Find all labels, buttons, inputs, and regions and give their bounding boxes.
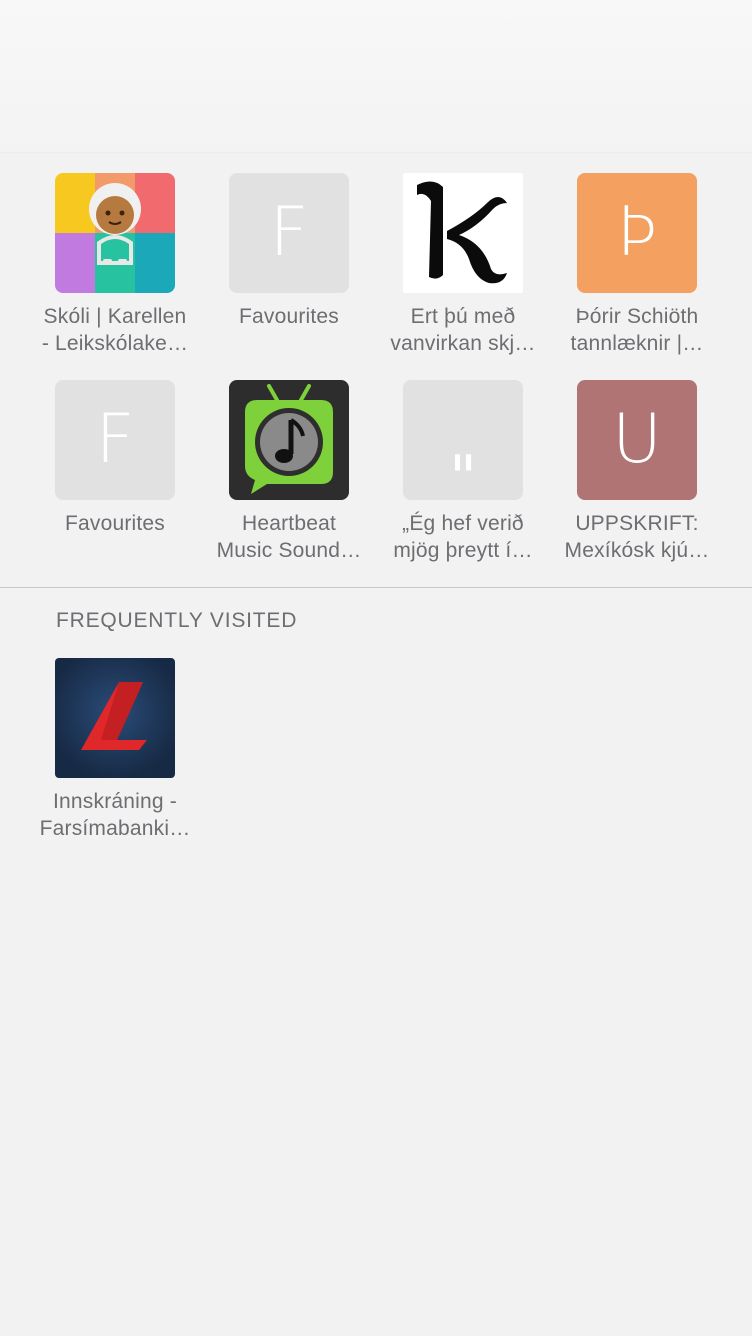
favorite-label-line2: Music Sound… [216, 539, 362, 562]
favorite-uppskrift[interactable]: U UPPSKRIFT: Mexíkósk kjú… [550, 380, 724, 564]
favorite-eg-hef-verid[interactable]: " „Ég hef verið mjög þreytt í… [376, 380, 550, 564]
favorite-heartbeat[interactable]: Heartbeat Music Sound… [202, 380, 376, 564]
frequent-label-line2: Farsímabanki… [39, 817, 191, 840]
frequent-innskraning[interactable]: Innskráning - Farsímabanki… [28, 658, 202, 842]
music-tv-icon [229, 380, 349, 500]
favorite-karellen[interactable]: Skóli | Karellen - Leikskólake… [28, 173, 202, 357]
favorite-thorir-schioth[interactable]: Þ Þórir Schiöth tannlæknir |… [550, 173, 724, 357]
favorite-label-line1: Favourites [238, 305, 340, 328]
favorite-label-line2: tannlæknir |… [570, 332, 704, 355]
favorite-label-line1: Ert þú með [410, 305, 516, 328]
favorite-label-line1: Skóli | Karellen [43, 305, 187, 328]
letter-f-icon: F [229, 173, 349, 293]
favorite-favourites-2[interactable]: F Favourites [28, 380, 202, 537]
favorite-label-line2: vanvirkan skj… [390, 332, 536, 355]
favorite-label-line1: „Ég hef verið [402, 512, 524, 535]
frequently-visited-heading: FREQUENTLY VISITED [56, 609, 298, 632]
letter-k-blackletter-icon [403, 173, 523, 293]
favorite-ert-thu-med[interactable]: Ert þú með vanvirkan skj… [376, 173, 550, 357]
favorite-label-line1: Þórir Schiöth [575, 305, 699, 328]
top-bar [0, 0, 752, 153]
favorite-label-line1: Heartbeat [241, 512, 337, 535]
favorite-label-line2: mjög þreytt í… [393, 539, 533, 562]
favorite-label-line1: UPPSKRIFT: [575, 512, 699, 535]
letter-thorn-icon: Þ [577, 173, 697, 293]
quote-icon: " [403, 380, 523, 500]
karellen-logo-icon [55, 173, 175, 293]
landsbankinn-logo-icon [55, 658, 175, 778]
section-divider [0, 587, 752, 588]
favorite-label-line2: Mexíkósk kjú… [564, 539, 710, 562]
favorite-label-line2: - Leikskólake… [41, 332, 189, 355]
letter-f-icon: F [55, 380, 175, 500]
letter-u-icon: U [577, 380, 697, 500]
favorite-favourites-1[interactable]: F Favourites [202, 173, 376, 330]
favorite-label-line1: Favourites [64, 512, 166, 535]
frequent-label-line1: Innskráning - [53, 790, 177, 813]
